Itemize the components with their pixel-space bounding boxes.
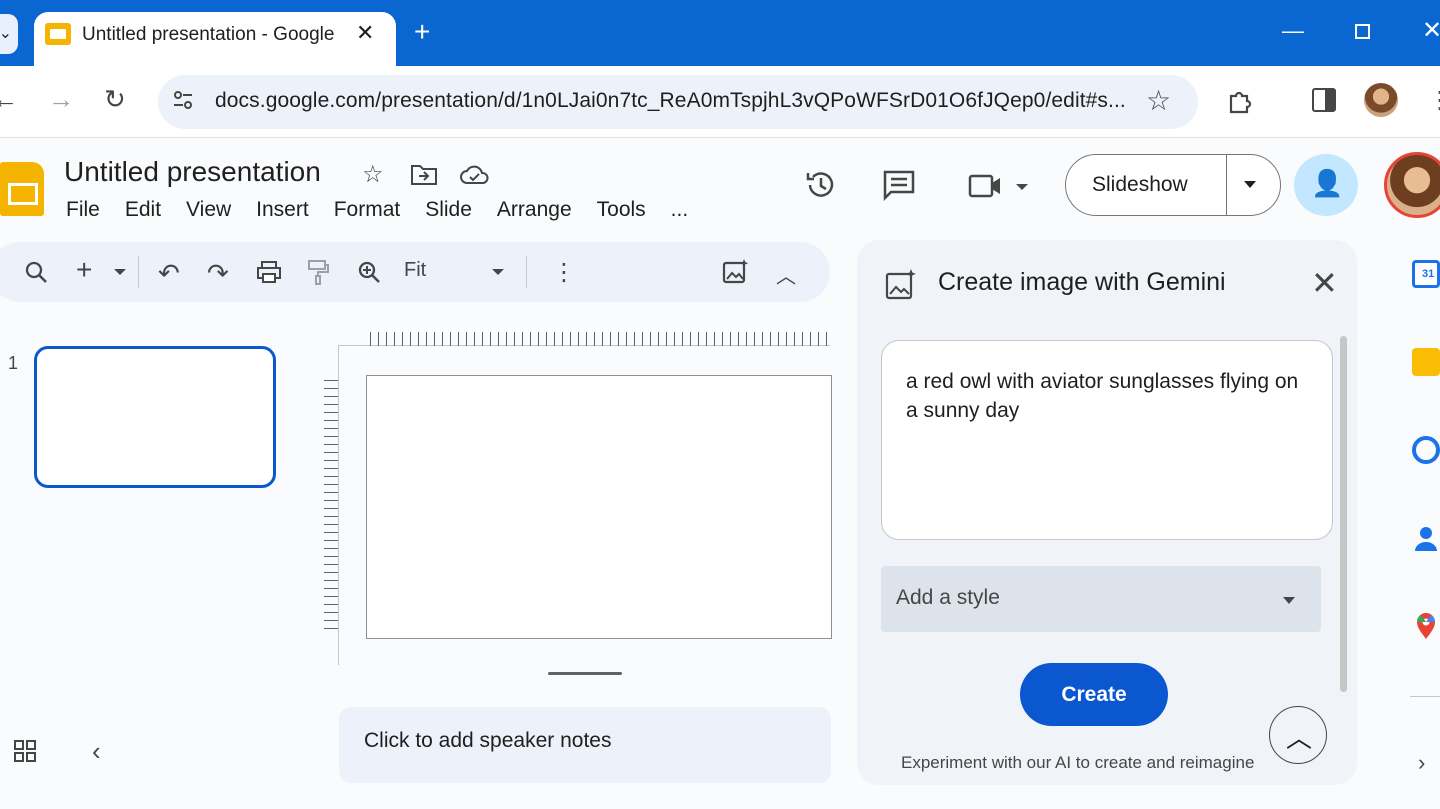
doc-header: Untitled presentation ☆ File Edit View I… <box>0 138 1440 238</box>
browser-menu-icon[interactable]: ⋮ <box>1428 86 1440 115</box>
account-avatar[interactable] <box>1384 152 1440 218</box>
side-panel-icon[interactable] <box>1312 88 1336 112</box>
side-panel-divider <box>1410 696 1440 697</box>
speaker-notes[interactable]: Click to add speaker notes <box>339 707 831 783</box>
new-tab-button[interactable]: + <box>414 16 430 48</box>
slides-logo-icon[interactable] <box>0 162 44 216</box>
style-dropdown[interactable]: Add a style <box>881 566 1321 632</box>
chevron-down-icon: ⌄ <box>0 25 12 42</box>
star-icon[interactable]: ☆ <box>362 160 384 189</box>
menu-edit[interactable]: Edit <box>125 198 161 222</box>
slides-favicon-icon <box>45 23 71 45</box>
window-close-button[interactable]: ✕ <box>1422 16 1440 45</box>
zoom-icon[interactable] <box>357 260 381 284</box>
speaker-notes-placeholder: Click to add speaker notes <box>364 729 612 752</box>
contacts-app-icon[interactable] <box>1412 524 1440 552</box>
extensions-puzzle-icon[interactable] <box>1226 87 1254 115</box>
zoom-caret-icon[interactable] <box>492 269 504 275</box>
window-maximize-button[interactable] <box>1355 24 1370 39</box>
menu-insert[interactable]: Insert <box>256 198 309 222</box>
slideshow-button[interactable]: Slideshow <box>1065 154 1281 216</box>
browser-toolbar: ← → ↻ docs.google.com/presentation/d/1n0… <box>0 66 1440 138</box>
menu-view[interactable]: View <box>186 198 231 222</box>
tab-search-button[interactable]: ⌄ <box>0 14 18 54</box>
calendar-day: 31 <box>1422 268 1435 280</box>
reload-icon[interactable]: ↻ <box>104 84 126 115</box>
gemini-create-image-panel: Create image with Gemini ✕ a red owl wit… <box>857 240 1357 785</box>
url-text[interactable]: docs.google.com/presentation/d/1n0LJai0n… <box>215 89 1145 113</box>
paint-format-icon[interactable] <box>306 259 330 285</box>
create-button[interactable]: Create <box>1020 663 1168 726</box>
create-image-icon[interactable] <box>722 258 750 284</box>
slide-thumbnail[interactable] <box>34 346 276 488</box>
collapse-filmstrip-chevron-left-icon[interactable]: ‹ <box>92 736 101 767</box>
bookmark-star-icon[interactable]: ☆ <box>1146 84 1171 117</box>
tab-close-icon[interactable]: ✕ <box>356 20 374 46</box>
vertical-ruler[interactable] <box>324 380 338 636</box>
keep-app-icon[interactable] <box>1412 348 1440 376</box>
tasks-app-icon[interactable] <box>1412 436 1440 464</box>
close-panel-icon[interactable]: ✕ <box>1311 264 1338 302</box>
panel-scrollbar[interactable] <box>1340 336 1347 692</box>
image-prompt-input[interactable]: a red owl with aviator sunglasses flying… <box>881 340 1333 540</box>
cloud-saved-icon[interactable] <box>459 164 491 186</box>
zoom-level-select[interactable]: Fit <box>404 259 426 282</box>
new-slide-layout-caret-icon[interactable] <box>114 269 126 275</box>
forward-arrow-icon[interactable]: → <box>48 84 74 115</box>
tab-title: Untitled presentation - Google Slides <box>82 24 340 45</box>
menu-file[interactable]: File <box>66 198 100 222</box>
redo-icon[interactable]: ↷ <box>207 258 229 289</box>
browser-tab-strip: ⌄ Untitled presentation - Google Slides … <box>0 0 1440 66</box>
grid-view-icon[interactable] <box>14 740 36 762</box>
ai-disclaimer-text: Experiment with our AI to create and rei… <box>901 753 1255 772</box>
style-dropdown-placeholder: Add a style <box>896 586 1000 609</box>
slideshow-divider <box>1226 155 1227 215</box>
meet-video-icon[interactable] <box>968 172 1030 200</box>
style-dropdown-caret-icon <box>1283 597 1295 604</box>
horizontal-ruler[interactable] <box>370 332 830 346</box>
comments-icon[interactable] <box>882 168 916 202</box>
create-image-icon <box>885 269 916 300</box>
notes-resize-handle[interactable] <box>548 672 622 675</box>
site-info-icon[interactable] <box>172 89 194 111</box>
expand-side-panel-chevron-icon[interactable]: › <box>1418 750 1425 776</box>
menu-bar: File Edit View Insert Format Slide Arran… <box>66 198 713 222</box>
search-menus-icon[interactable] <box>24 260 48 284</box>
version-history-icon[interactable] <box>804 168 838 202</box>
chevron-up-icon: ︿ <box>1286 723 1313 753</box>
menu-slide[interactable]: Slide <box>425 198 472 222</box>
maps-app-icon[interactable] <box>1412 612 1440 640</box>
more-options-icon[interactable]: ⋮ <box>552 258 576 287</box>
slide-number: 1 <box>8 353 19 373</box>
panel-title: Create image with Gemini <box>938 268 1226 296</box>
hide-menus-chevron-up-icon[interactable]: ︿ <box>776 260 796 289</box>
window-minimize-button[interactable]: — <box>1282 18 1304 44</box>
slideshow-options-caret-icon[interactable] <box>1244 181 1256 188</box>
move-folder-icon[interactable] <box>410 162 438 186</box>
menu-arrange[interactable]: Arrange <box>497 198 572 222</box>
new-slide-plus-icon[interactable]: + <box>76 254 92 286</box>
slide-canvas[interactable] <box>366 375 832 639</box>
browser-tab-active[interactable]: Untitled presentation - Google Slides ✕ <box>34 12 396 66</box>
calendar-app-icon[interactable]: 31 <box>1412 260 1440 288</box>
menu-more[interactable]: ... <box>671 198 689 222</box>
editing-toolbar: + ↶ ↷ Fit ⋮ ︿ <box>0 242 830 302</box>
document-title[interactable]: Untitled presentation <box>64 156 321 188</box>
add-person-icon: 👤 <box>1311 168 1344 198</box>
profile-avatar-small[interactable] <box>1364 83 1398 117</box>
menu-format[interactable]: Format <box>334 198 401 222</box>
address-bar[interactable]: docs.google.com/presentation/d/1n0LJai0n… <box>158 75 1198 129</box>
menu-tools[interactable]: Tools <box>597 198 646 222</box>
print-icon[interactable] <box>256 260 282 284</box>
back-arrow-icon[interactable]: ← <box>0 84 18 115</box>
ruler-left-edge <box>338 345 339 665</box>
toolbar-separator <box>138 256 139 288</box>
slideshow-label: Slideshow <box>1092 173 1188 196</box>
undo-icon[interactable]: ↶ <box>158 258 180 289</box>
share-button[interactable]: 👤 <box>1294 154 1358 216</box>
toolbar-separator <box>526 256 527 288</box>
